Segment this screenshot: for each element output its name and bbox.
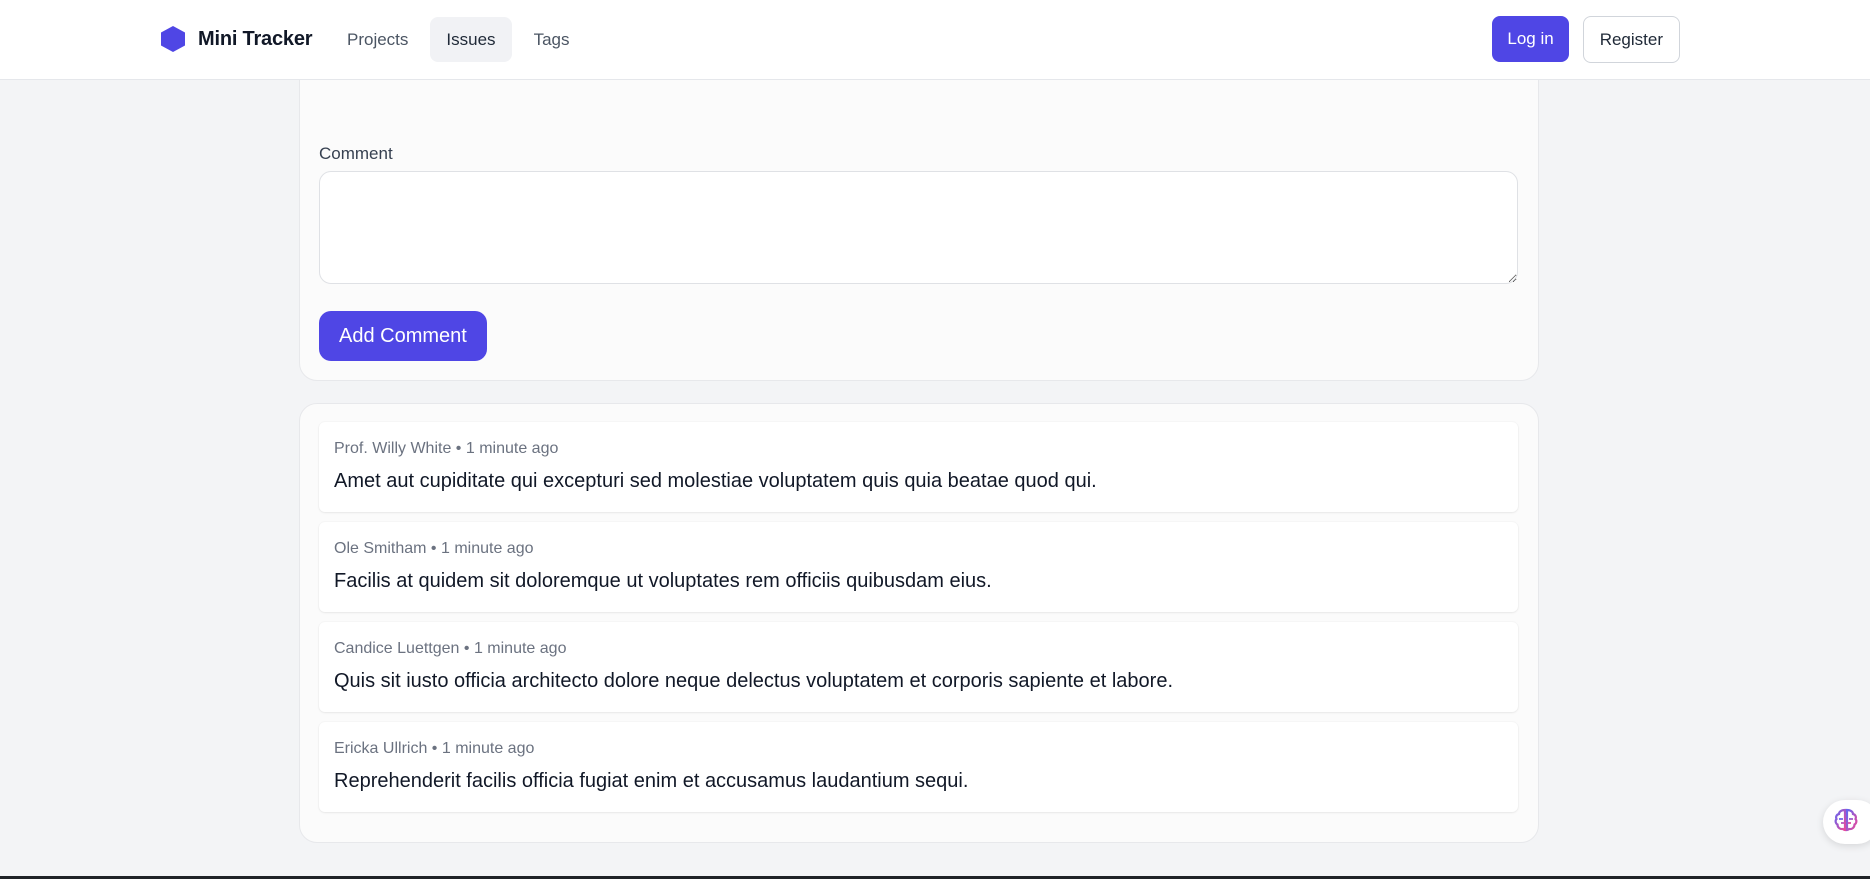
comments-list-card: Prof. Willy White • 1 minute ago Amet au… [299, 403, 1539, 843]
top-navbar: Mini Tracker Projects Issues Tags Log in… [0, 0, 1870, 80]
floating-assistant-button[interactable] [1823, 800, 1870, 844]
meta-separator: • [455, 440, 462, 457]
comment-time: 1 minute ago [473, 640, 567, 657]
comment-text: Amet aut cupiditate qui excepturi sed mo… [334, 470, 1097, 492]
comment-time: 1 minute ago [441, 740, 535, 757]
auth-buttons: Log in Register [1492, 16, 1680, 63]
comment-meta: Ole Smitham • 1 minute ago [334, 540, 534, 558]
main-nav: Projects Issues Tags [331, 17, 585, 62]
comment-text: Quis sit iusto officia architecto dolore… [334, 670, 1173, 692]
nav-item-projects[interactable]: Projects [331, 17, 424, 62]
comment-author: Candice Luettgen [334, 640, 460, 657]
comment-text: Reprehenderit facilis officia fugiat eni… [334, 770, 969, 792]
nav-item-tags[interactable]: Tags [518, 17, 586, 62]
comment-meta: Ericka Ullrich • 1 minute ago [334, 740, 534, 758]
login-button[interactable]: Log in [1492, 16, 1569, 62]
comment-time: 1 minute ago [465, 440, 559, 457]
meta-separator: • [431, 740, 438, 757]
comment-meta: Candice Luettgen • 1 minute ago [334, 640, 566, 658]
brain-icon [1833, 807, 1859, 838]
comment-item: Ole Smitham • 1 minute ago Facilis at qu… [319, 522, 1518, 612]
register-button[interactable]: Register [1582, 16, 1680, 63]
comment-text: Facilis at quidem sit doloremque ut volu… [334, 570, 992, 592]
comment-label: Comment [319, 144, 393, 163]
meta-separator: • [430, 540, 437, 557]
comment-item: Prof. Willy White • 1 minute ago Amet au… [319, 422, 1518, 512]
brand-name: Mini Tracker [198, 27, 313, 50]
comment-author: Prof. Willy White [334, 440, 452, 457]
brand-link[interactable]: Mini Tracker [160, 25, 313, 53]
nav-item-issues[interactable]: Issues [430, 17, 512, 62]
comment-item: Ericka Ullrich • 1 minute ago Reprehende… [319, 722, 1518, 812]
comment-author: Ericka Ullrich [334, 740, 428, 757]
add-comment-button[interactable]: Add Comment [319, 311, 487, 361]
comment-textarea[interactable] [319, 171, 1518, 284]
comment-item: Candice Luettgen • 1 minute ago Quis sit… [319, 622, 1518, 712]
meta-separator: • [463, 640, 470, 657]
comment-meta: Prof. Willy White • 1 minute ago [334, 440, 558, 458]
comment-time: 1 minute ago [440, 540, 534, 557]
comment-author: Ole Smitham [334, 540, 427, 557]
hexagon-logo-icon [160, 25, 186, 53]
